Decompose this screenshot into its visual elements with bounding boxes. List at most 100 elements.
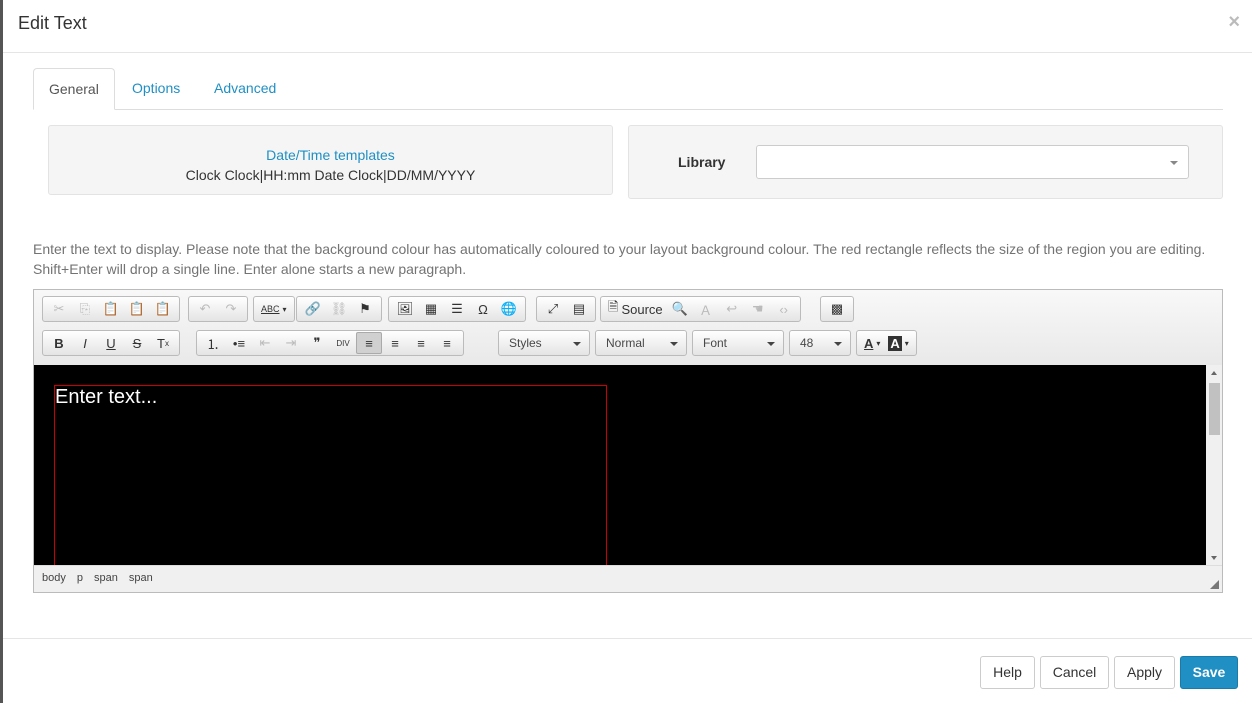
globe-icon[interactable]: 🌐 bbox=[496, 298, 522, 320]
font-size-label: 48 bbox=[800, 336, 814, 350]
color-group: A ▾ A ▾ bbox=[856, 330, 917, 356]
font-label: Font bbox=[703, 336, 728, 350]
help-button[interactable]: Help bbox=[980, 656, 1035, 689]
edit-text-dialog: Edit Text × General Options Advanced Dat… bbox=[0, 0, 1252, 703]
chevron-down-icon bbox=[767, 342, 775, 346]
datetime-templates-list[interactable]: Clock Clock|HH:mm Date Clock|DD/MM/YYYY bbox=[49, 167, 612, 183]
justify-icon[interactable]: ≡ bbox=[434, 332, 460, 354]
format-dropdown[interactable]: Normal bbox=[595, 330, 687, 356]
outdent-icon[interactable]: ⇤ bbox=[252, 332, 278, 354]
undo-lang-icon[interactable]: ↩ bbox=[719, 298, 745, 320]
indent-icon[interactable]: ⇥ bbox=[278, 332, 304, 354]
bold-icon[interactable]: B bbox=[46, 332, 72, 354]
align-center-icon[interactable]: ≡ bbox=[382, 332, 408, 354]
maximize-icon[interactable]: ⤢ bbox=[540, 298, 566, 320]
scrollbar-thumb[interactable] bbox=[1209, 383, 1220, 435]
paste-icon[interactable]: 📋 bbox=[98, 298, 124, 320]
strikethrough-icon[interactable]: S bbox=[124, 332, 150, 354]
unlink-icon[interactable]: ⛓ bbox=[326, 298, 352, 320]
list-group: ⒈ •≡ ⇤ ⇥ ❞ DIV ≡ ≡ ≡ ≡ bbox=[196, 330, 464, 356]
clipboard-group: ✂ ⎘ 📋 📋 📋 bbox=[42, 296, 180, 322]
font-dropdown[interactable]: Font bbox=[692, 330, 784, 356]
text-color-icon[interactable]: A ▾ bbox=[860, 332, 884, 354]
select-all-icon[interactable]: Ａ bbox=[693, 298, 719, 320]
chevron-down-icon bbox=[670, 342, 678, 346]
editor-scrollbar[interactable] bbox=[1206, 365, 1222, 566]
background-color-icon[interactable]: A ▾ bbox=[884, 332, 912, 354]
special-char-omega-icon[interactable]: Ω bbox=[470, 298, 496, 320]
font-size-dropdown[interactable]: 48 bbox=[789, 330, 851, 356]
source-label: Source bbox=[621, 301, 663, 317]
undo-group: ↶ ↷ bbox=[188, 296, 248, 322]
cancel-button[interactable]: Cancel bbox=[1040, 656, 1109, 689]
qr-code-icon[interactable]: ▩ bbox=[824, 298, 850, 320]
align-left-icon[interactable]: ≡ bbox=[356, 332, 382, 354]
find-icon[interactable]: 🔍 bbox=[667, 298, 693, 320]
tab-general[interactable]: General bbox=[33, 68, 115, 110]
editor-content-area[interactable]: Enter text... bbox=[34, 365, 1206, 566]
library-label: Library bbox=[678, 154, 726, 170]
table-icon[interactable]: ▦ bbox=[418, 298, 444, 320]
apply-button[interactable]: Apply bbox=[1114, 656, 1175, 689]
dialog-header: Edit Text × bbox=[3, 0, 1252, 53]
source-icon: 🗎 bbox=[608, 299, 619, 314]
resize-grip-icon[interactable] bbox=[1210, 580, 1219, 589]
dialog-footer: Help Cancel Apply Save bbox=[3, 638, 1252, 704]
italic-icon[interactable]: I bbox=[72, 332, 98, 354]
source-group: 🗎 Source 🔍 Ａ ↩ ☚ ‹› bbox=[600, 296, 801, 322]
qr-group: ▩ bbox=[820, 296, 854, 322]
numbered-list-icon[interactable]: ⒈ bbox=[200, 332, 226, 354]
format-label: Normal bbox=[606, 336, 645, 350]
show-blocks-icon[interactable]: ▤ bbox=[566, 298, 592, 320]
link-icon[interactable]: 🔗 bbox=[300, 298, 326, 320]
scroll-up-icon[interactable] bbox=[1211, 371, 1217, 375]
element-path: body p span span bbox=[42, 572, 153, 584]
blockquote-icon[interactable]: ❞ bbox=[304, 332, 330, 354]
copy-icon[interactable]: ⎘ bbox=[72, 298, 98, 320]
create-div-icon[interactable]: DIV bbox=[330, 332, 356, 354]
datetime-templates-panel: Date/Time templates Clock Clock|HH:mm Da… bbox=[48, 125, 613, 195]
region-outline bbox=[54, 385, 607, 566]
datetime-templates-title[interactable]: Date/Time templates bbox=[49, 147, 612, 163]
editor-toolbar: ✂ ⎘ 📋 📋 📋 ↶ ↷ ABC ▾ 🔗 ⛓ ⚑ 🖼 ▦ ☰ Ω 🌐 ⤢ ▤ … bbox=[34, 290, 1222, 366]
undo-icon[interactable]: ↶ bbox=[192, 298, 218, 320]
paste-text-icon[interactable]: 📋 bbox=[124, 298, 150, 320]
styles-label: Styles bbox=[509, 336, 542, 350]
bulleted-list-icon[interactable]: •≡ bbox=[226, 332, 252, 354]
source-button[interactable]: 🗎 Source bbox=[604, 298, 667, 320]
anchor-flag-icon[interactable]: ⚑ bbox=[352, 298, 378, 320]
image-icon[interactable]: 🖼 bbox=[392, 298, 418, 320]
path-item-p[interactable]: p bbox=[77, 572, 83, 584]
redo-icon[interactable]: ↷ bbox=[218, 298, 244, 320]
styles-dropdown[interactable]: Styles bbox=[498, 330, 590, 356]
tab-advanced[interactable]: Advanced bbox=[199, 68, 291, 109]
library-panel: Library bbox=[628, 125, 1223, 199]
basic-style-group: B I U S Tx bbox=[42, 330, 180, 356]
dialog-title: Edit Text bbox=[18, 13, 87, 33]
path-item-body[interactable]: body bbox=[42, 572, 66, 584]
horizontal-line-icon[interactable]: ☰ bbox=[444, 298, 470, 320]
insert-group: 🖼 ▦ ☰ Ω 🌐 bbox=[388, 296, 526, 322]
spellcheck-icon[interactable]: ABC ▾ bbox=[257, 298, 291, 320]
library-select[interactable] bbox=[756, 145, 1189, 179]
path-item-span[interactable]: span bbox=[94, 572, 118, 584]
rich-text-editor: ✂ ⎘ 📋 📋 📋 ↶ ↷ ABC ▾ 🔗 ⛓ ⚑ 🖼 ▦ ☰ Ω 🌐 ⤢ ▤ … bbox=[33, 289, 1223, 593]
chevron-down-icon bbox=[1170, 161, 1178, 165]
scroll-down-icon[interactable] bbox=[1211, 556, 1217, 560]
editor-status-bar: body p span span bbox=[34, 565, 1222, 592]
spellcheck-group: ABC ▾ bbox=[253, 296, 295, 322]
chevron-down-icon bbox=[834, 342, 842, 346]
editor-placeholder-text[interactable]: Enter text... bbox=[55, 386, 157, 409]
close-icon[interactable]: × bbox=[1228, 11, 1240, 34]
align-right-icon[interactable]: ≡ bbox=[408, 332, 434, 354]
save-button[interactable]: Save bbox=[1180, 656, 1238, 689]
tab-bar: General Options Advanced bbox=[33, 68, 1223, 110]
paste-word-icon[interactable]: 📋 bbox=[150, 298, 176, 320]
code-icon[interactable]: ‹› bbox=[771, 298, 797, 320]
cut-icon[interactable]: ✂ bbox=[46, 298, 72, 320]
underline-icon[interactable]: U bbox=[98, 332, 124, 354]
tab-options[interactable]: Options bbox=[117, 68, 195, 109]
remove-format-icon[interactable]: Tx bbox=[150, 332, 176, 354]
path-item-span[interactable]: span bbox=[129, 572, 153, 584]
remove-format-hand-icon[interactable]: ☚ bbox=[745, 298, 771, 320]
